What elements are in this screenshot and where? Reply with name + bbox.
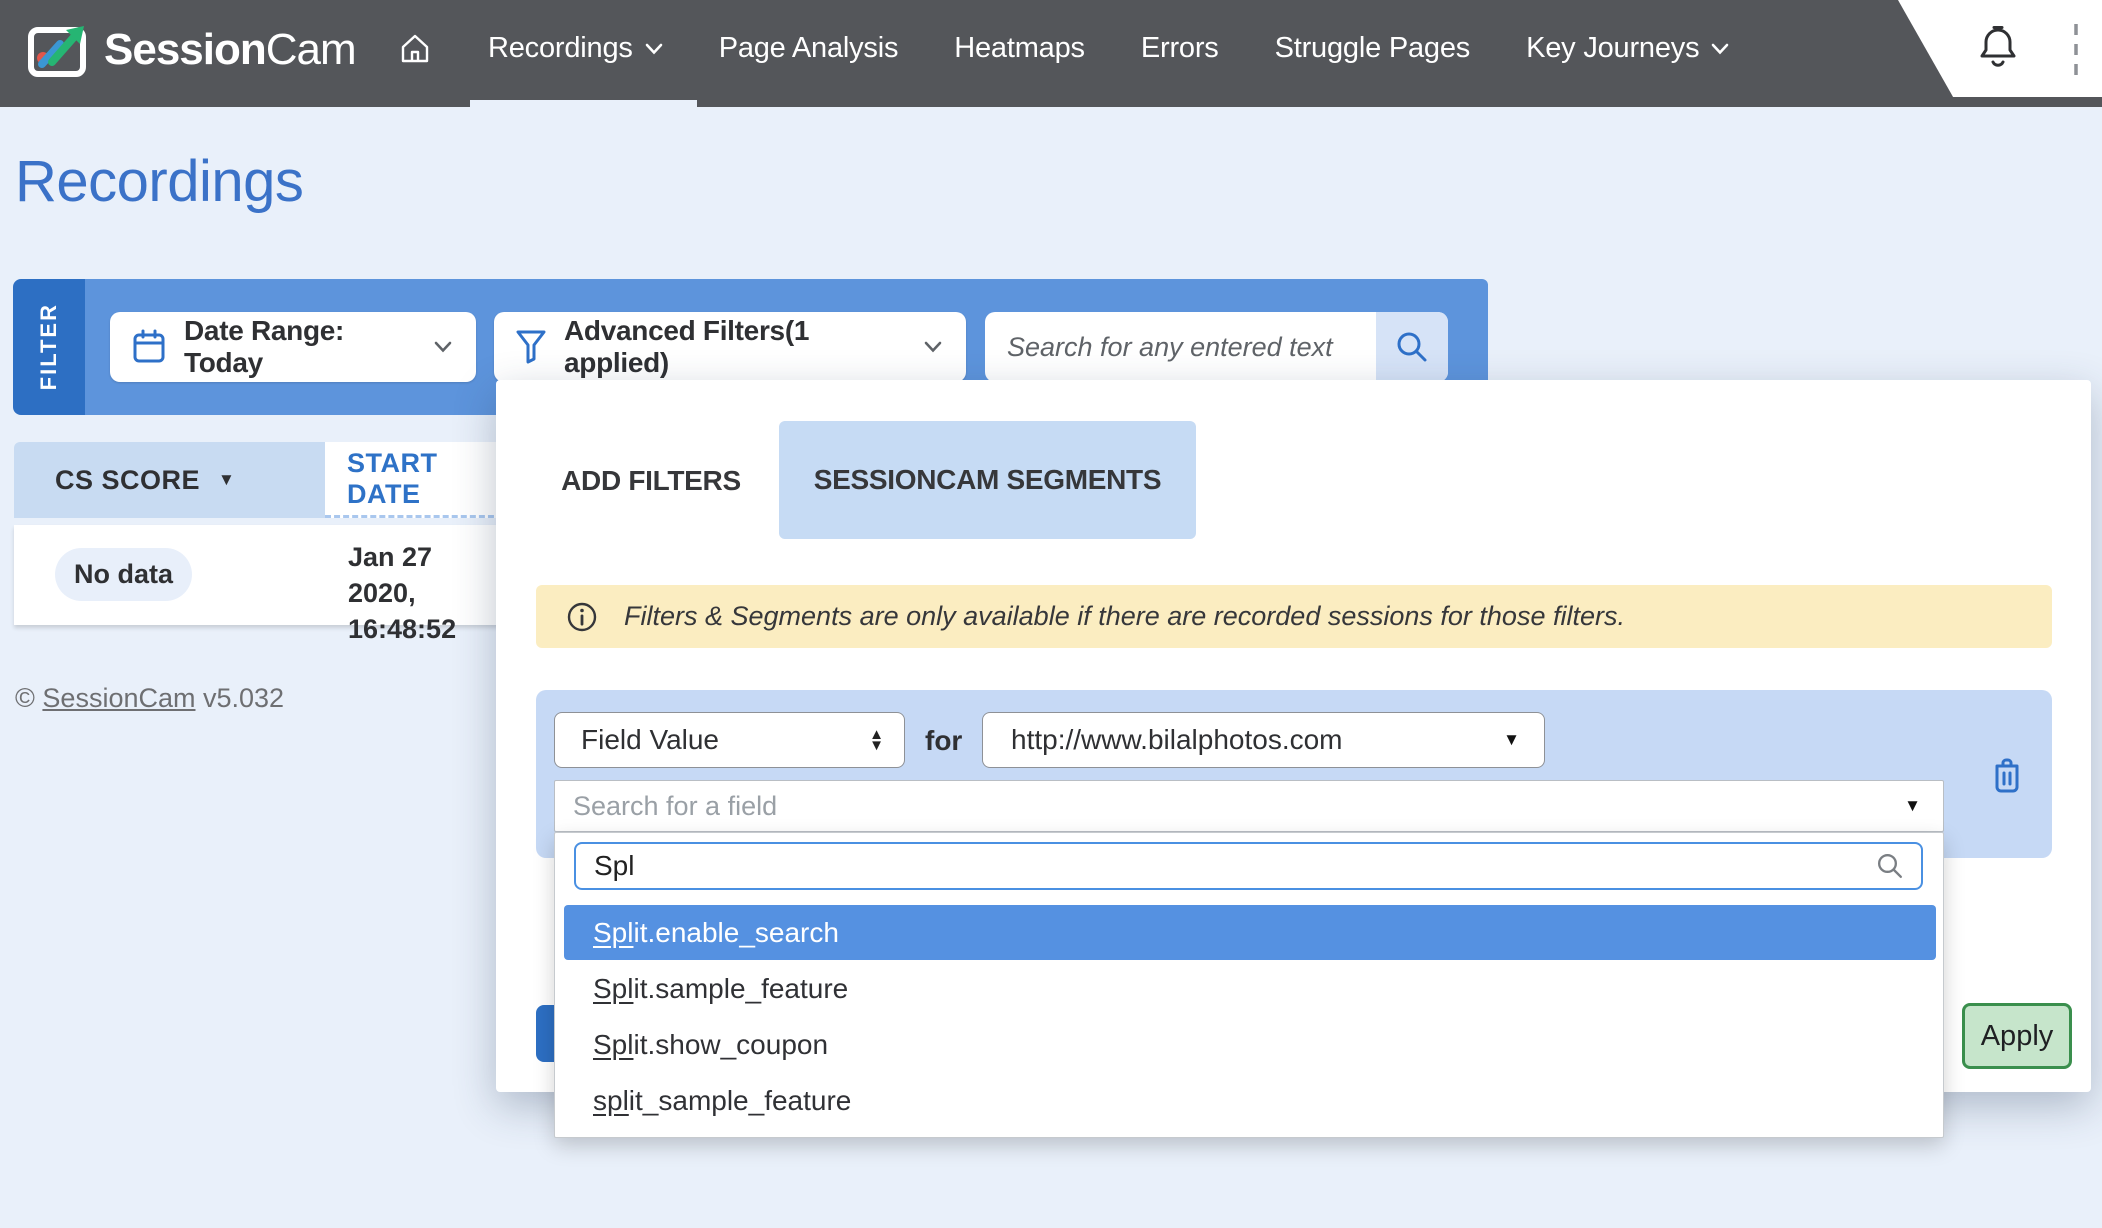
search-submit-button[interactable]	[1376, 312, 1448, 382]
table-row[interactable]: No data Jan 27 2020, 16:48:52	[14, 525, 503, 625]
dropdown-arrow-icon: ▼	[1503, 730, 1520, 750]
top-nav: SessionCam Recordings Page Analysis	[0, 0, 2102, 107]
field-search-input[interactable]: Spl	[594, 850, 1875, 882]
nav-item-label: Heatmaps	[954, 32, 1085, 65]
chevron-down-icon	[434, 341, 452, 353]
sessioncam-logo-icon	[26, 22, 90, 78]
search-input[interactable]	[985, 312, 1376, 382]
nav-item-label: Key Journeys	[1526, 32, 1699, 65]
nav-home-button[interactable]	[398, 32, 432, 66]
info-icon	[566, 601, 598, 633]
delete-filter-button[interactable]	[1990, 756, 2024, 794]
recordings-page: SessionCam Recordings Page Analysis	[0, 0, 2102, 1228]
chevron-down-icon	[1711, 43, 1729, 55]
site-value: http://www.bilalphotos.com	[1011, 724, 1343, 756]
apply-button[interactable]: Apply	[1962, 1003, 2072, 1069]
field-option[interactable]: Split.show_coupon	[564, 1017, 1936, 1072]
add-filters-tab-label: ADD FILTERS	[561, 465, 741, 497]
footer-copyright: © SessionCam v5.032	[15, 683, 284, 714]
field-option[interactable]: split_sample_feature	[564, 1073, 1936, 1128]
date-range-button[interactable]: Date Range: Today	[110, 312, 476, 382]
chevron-down-icon	[924, 341, 942, 353]
sort-descending-icon: ▼	[218, 470, 235, 490]
date-range-label: Date Range: Today	[184, 315, 416, 379]
active-tab-notch	[470, 100, 697, 107]
nav-menu: Recordings Page Analysis Heatmaps Errors…	[398, 0, 1729, 97]
advanced-filters-label: Advanced Filters(1 applied)	[564, 315, 908, 379]
home-icon	[398, 32, 432, 66]
chevron-down-icon	[645, 43, 663, 55]
nav-item-errors[interactable]: Errors	[1141, 32, 1219, 65]
start-date-cell: Jan 27 2020, 16:48:52	[348, 539, 503, 647]
column-header-start-date[interactable]: START DATE	[325, 442, 503, 518]
more-menu-icon[interactable]	[2072, 22, 2080, 84]
select-spinner-icon: ▲▼	[869, 729, 884, 751]
filter-side-tab[interactable]: FILTER	[13, 279, 85, 415]
field-search-combobox[interactable]: Search for a field ▼	[554, 780, 1944, 832]
field-option[interactable]: Split.sample_feature	[564, 961, 1936, 1016]
info-banner-text: Filters & Segments are only available if…	[624, 601, 1625, 632]
field-type-value: Field Value	[581, 724, 719, 756]
nav-item-recordings[interactable]: Recordings	[488, 32, 663, 65]
field-search-input-wrap: Spl	[574, 842, 1923, 890]
trash-icon	[1990, 756, 2024, 794]
nav-item-label: Recordings	[488, 32, 633, 65]
tab-add-filters[interactable]: ADD FILTERS	[536, 438, 766, 524]
field-combobox-placeholder: Search for a field	[573, 791, 777, 822]
brand-logo[interactable]: SessionCam	[26, 22, 356, 78]
nav-item-struggle-pages[interactable]: Struggle Pages	[1275, 32, 1471, 65]
brand-name: SessionCam	[104, 25, 356, 75]
nav-item-label: Page Analysis	[719, 32, 899, 65]
nav-item-page-analysis[interactable]: Page Analysis	[719, 32, 899, 65]
filter-tab-label: FILTER	[36, 303, 62, 390]
apply-button-label: Apply	[1981, 1020, 2054, 1053]
nav-item-label: Errors	[1141, 32, 1219, 65]
text-search-field	[985, 312, 1448, 382]
cs-score-header-label: CS SCORE	[55, 465, 200, 496]
field-option[interactable]: Split.enable_search	[564, 905, 1936, 960]
start-date-header-label: START DATE	[347, 448, 503, 510]
nav-item-heatmaps[interactable]: Heatmaps	[954, 32, 1085, 65]
site-select[interactable]: http://www.bilalphotos.com ▼	[982, 712, 1545, 768]
dropdown-arrow-icon: ▼	[1904, 796, 1921, 816]
nav-item-key-journeys[interactable]: Key Journeys	[1526, 32, 1729, 65]
notifications-bell-icon[interactable]	[1976, 24, 2020, 72]
field-type-select[interactable]: Field Value ▲▼	[554, 712, 905, 768]
version-label: v5.032	[203, 683, 284, 713]
calendar-icon	[132, 329, 166, 365]
info-banner: Filters & Segments are only available if…	[536, 585, 2052, 648]
filter-funnel-icon	[514, 328, 548, 366]
search-icon	[1875, 851, 1905, 881]
segments-tab-label: SESSIONCAM SEGMENTS	[814, 464, 1161, 496]
nav-item-label: Struggle Pages	[1275, 32, 1471, 65]
search-icon	[1394, 329, 1430, 365]
cs-score-badge: No data	[55, 548, 192, 601]
advanced-filters-button[interactable]: Advanced Filters(1 applied)	[494, 312, 966, 382]
field-options-listbox: Spl Split.enable_search Split.sample_fea…	[554, 832, 1944, 1138]
page-title: Recordings	[15, 148, 303, 215]
column-header-cs-score[interactable]: CS SCORE ▼	[14, 442, 325, 518]
sessioncam-footer-link[interactable]: SessionCam	[42, 683, 195, 713]
advanced-filters-panel: ADD FILTERS SESSIONCAM SEGMENTS Filters …	[496, 380, 2091, 1092]
for-label: for	[925, 725, 962, 757]
tab-sessioncam-segments[interactable]: SESSIONCAM SEGMENTS	[779, 421, 1196, 539]
